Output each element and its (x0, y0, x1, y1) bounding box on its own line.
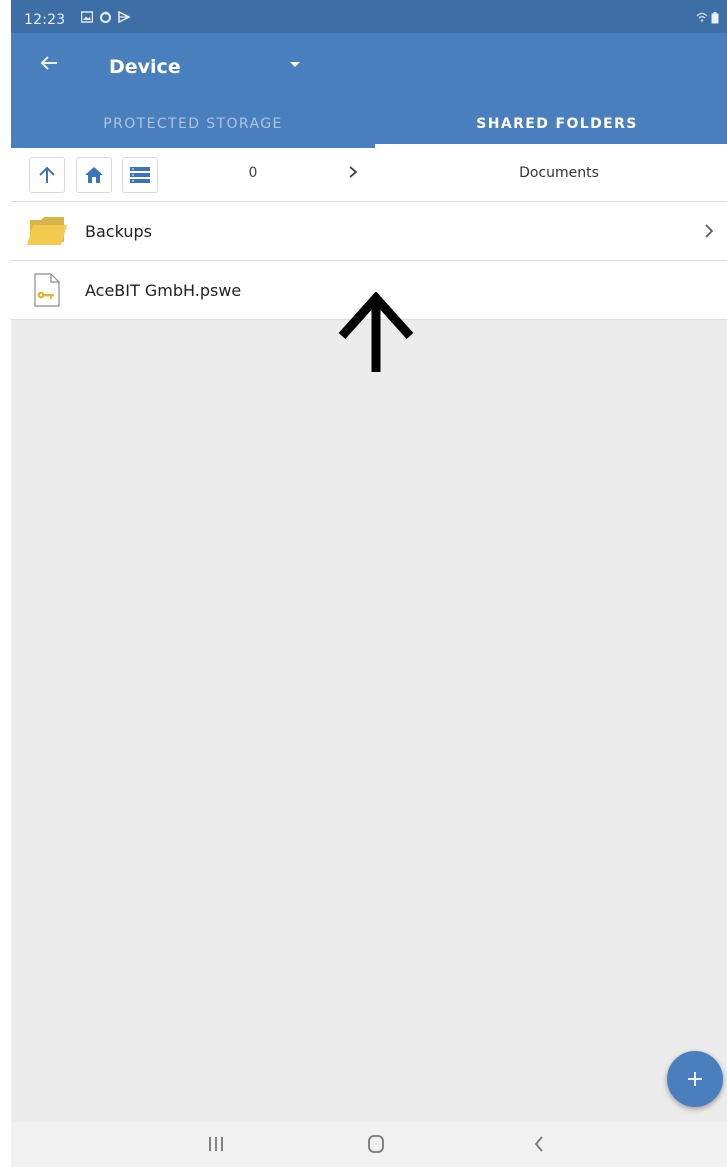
recents-icon[interactable] (201, 1132, 231, 1156)
list-view-icon (130, 167, 150, 183)
arrow-up-icon (39, 166, 55, 183)
tab-protected-storage[interactable]: PROTECTED STORAGE (11, 116, 375, 148)
home-folder-button[interactable] (76, 157, 112, 193)
home-nav-icon[interactable] (361, 1132, 391, 1156)
sync-icon (100, 11, 111, 23)
list-view-button[interactable] (122, 157, 158, 193)
list-item-label: Backups (85, 222, 152, 241)
system-navigation-bar (11, 1122, 727, 1167)
tab-shared-folders-label: SHARED FOLDERS (476, 116, 638, 132)
dropdown-caret-icon[interactable] (289, 60, 301, 70)
up-folder-button[interactable] (29, 157, 65, 193)
status-icons (81, 11, 130, 24)
battery-icon (711, 12, 719, 24)
gallery-icon (81, 11, 93, 23)
navigation-toolbar: 0 Documents (11, 148, 727, 202)
app-bar: Device PROTECTED STORAGE SHARED FOLDERS (11, 33, 727, 148)
list-item-backups[interactable]: Backups (11, 202, 727, 261)
list-item-label: AceBIT GmbH.pswe (85, 281, 242, 300)
plus-icon (688, 1072, 702, 1086)
status-right-icons (696, 12, 719, 24)
play-store-icon (118, 11, 130, 23)
chevron-right-icon (705, 224, 714, 238)
status-bar: 12:23 (11, 0, 727, 33)
tab-protected-storage-label: PROTECTED STORAGE (103, 116, 283, 132)
path-level-count: 0 (248, 165, 258, 181)
key-file-icon (34, 273, 60, 307)
annotation-arrow-up-icon (338, 292, 414, 372)
breadcrumb-chevron-icon[interactable] (345, 162, 361, 182)
status-time: 12:23 (24, 12, 66, 28)
app-window: 12:23 Device PROTECTED STORAGE SHARED FO… (11, 0, 727, 1167)
breadcrumb-documents[interactable]: Documents (501, 165, 617, 181)
storage-location-title[interactable]: Device (109, 56, 181, 78)
folder-icon (27, 217, 67, 245)
home-icon (85, 167, 103, 183)
back-nav-icon[interactable] (524, 1132, 554, 1156)
add-button[interactable] (667, 1051, 723, 1107)
wifi-icon (696, 12, 708, 22)
back-arrow-icon[interactable] (37, 51, 61, 75)
